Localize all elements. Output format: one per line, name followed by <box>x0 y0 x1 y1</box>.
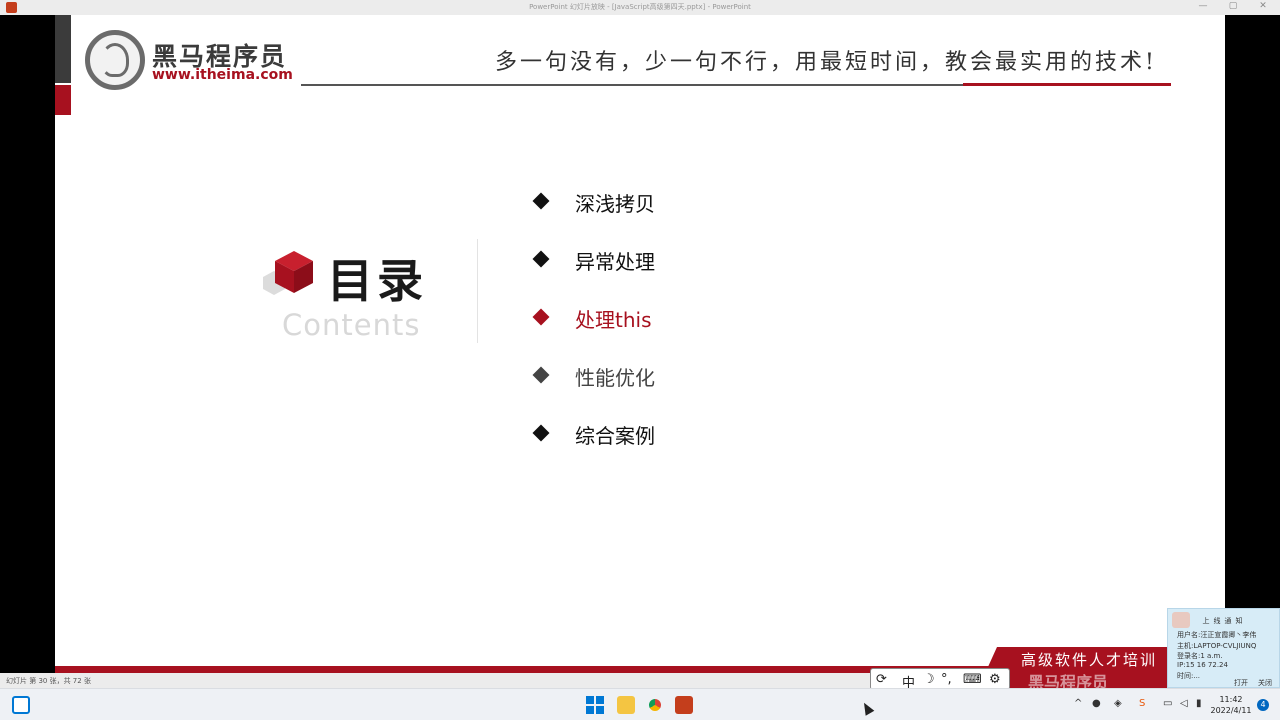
logo-accent-dark <box>55 15 71 83</box>
notice-line: 主机:LAPTOP-CVLJIUNQ <box>1177 642 1257 650</box>
chrome-icon[interactable] <box>646 696 664 714</box>
diamond-bullet-icon <box>532 250 550 268</box>
toc-item-label: 异常处理 <box>575 250 655 274</box>
notice-line: 登录名:1 a.m. <box>1177 652 1223 660</box>
notification-badge[interactable]: 4 <box>1257 699 1269 711</box>
ime-toolbar[interactable]: ⟳ 中 ☽ °, ⌨ ⚙ <box>870 668 1010 691</box>
screen: PowerPoint 幻灯片放映 - [JavaScript高级第四天.pptx… <box>0 0 1280 720</box>
horse-logo-icon <box>85 30 145 90</box>
toc-item-label: 综合案例 <box>575 424 655 448</box>
toc-item[interactable]: 性能优化 <box>531 361 731 391</box>
window-title: PowerPoint 幻灯片放映 - [JavaScript高级第四天.pptx… <box>529 3 751 11</box>
maximize-button[interactable]: ▢ <box>1218 1 1248 11</box>
notice-line: IP:15 16 72.24 <box>1177 661 1228 669</box>
notice-line: 时间:... <box>1177 672 1201 680</box>
toc-item[interactable]: 综合案例 <box>531 419 731 449</box>
diamond-bullet-icon <box>532 366 550 384</box>
toc-heading: 目录 <box>327 254 427 308</box>
logo-accent-red <box>55 85 71 115</box>
notice-title: 上线通知 <box>1202 617 1247 625</box>
punctuation-icon[interactable]: °, <box>941 672 952 687</box>
toc-item[interactable]: 异常处理 <box>531 245 731 275</box>
microphone-icon[interactable]: ● <box>1092 698 1101 709</box>
toc-item-label: 处理this <box>575 308 652 332</box>
clock[interactable]: 11:42 2022/4/11 <box>1210 694 1252 716</box>
toc-item-label: 深浅拷贝 <box>575 192 655 216</box>
toc-item[interactable]: 深浅拷贝 <box>531 187 731 217</box>
display-icon[interactable]: ▭ <box>1163 698 1172 709</box>
toc-subheading: Contents <box>282 308 421 342</box>
volume-icon[interactable]: ◁ <box>1180 698 1188 709</box>
sogou-icon[interactable]: S <box>1139 698 1145 709</box>
login-notice-popup[interactable]: 上线通知 用户名:汪正宣霞卿丶李伟 主机:LAPTOP-CVLJIUNQ 登录名… <box>1167 608 1280 688</box>
keyboard-icon[interactable]: ⌨ <box>963 672 982 687</box>
clock-date: 2022/4/11 <box>1210 706 1252 715</box>
toc-item-current[interactable]: 处理this <box>531 303 731 333</box>
toc-item-label: 性能优化 <box>575 366 655 390</box>
ime-switch-icon[interactable]: ⟳ <box>876 672 887 687</box>
battery-icon[interactable]: ▮ <box>1196 698 1202 709</box>
title-bar: PowerPoint 幻灯片放映 - [JavaScript高级第四天.pptx… <box>0 0 1280 15</box>
taskbar: ^ ● ◈ S ▭ ◁ ▮ 11:42 2022/4/11 4 <box>0 688 1280 720</box>
slogan: 多一句没有，少一句不行，用最短时间，教会最实用的技术! <box>495 50 1157 75</box>
notice-line: 用户名:汪正宣霞卿丶李伟 <box>1177 631 1257 639</box>
notice-close-button[interactable]: 关闭 <box>1258 678 1272 688</box>
minimize-button[interactable]: — <box>1188 1 1218 11</box>
show-desktop-icon[interactable] <box>12 696 30 714</box>
vertical-divider <box>477 239 478 343</box>
powerpoint-taskbar-icon[interactable] <box>675 696 693 714</box>
gear-icon[interactable]: ⚙ <box>989 672 1001 687</box>
notice-open-button[interactable]: 打开 <box>1234 678 1248 688</box>
chevron-up-icon[interactable]: ^ <box>1074 698 1082 709</box>
moon-icon[interactable]: ☽ <box>923 672 935 687</box>
network-icon[interactable]: ◈ <box>1114 698 1122 709</box>
slide[interactable]: 黑马程序员 www.itheima.com 多一句没有，少一句不行，用最短时间，… <box>55 15 1225 673</box>
slide-counter: 幻灯片 第 30 张，共 72 张 <box>6 677 91 685</box>
file-explorer-icon[interactable] <box>617 696 635 714</box>
diamond-bullet-icon <box>532 424 550 442</box>
red-cube-icon <box>275 251 313 293</box>
slogan-underline-accent <box>963 83 1171 86</box>
windows-start-icon[interactable] <box>586 696 604 714</box>
diamond-bullet-icon <box>532 308 550 326</box>
banner-tagline: 高级软件人才培训 <box>1021 651 1158 669</box>
diamond-bullet-icon <box>532 192 550 210</box>
logo-url: www.itheima.com <box>152 67 293 83</box>
clock-time: 11:42 <box>1219 695 1243 704</box>
close-button[interactable]: ✕ <box>1248 1 1278 11</box>
